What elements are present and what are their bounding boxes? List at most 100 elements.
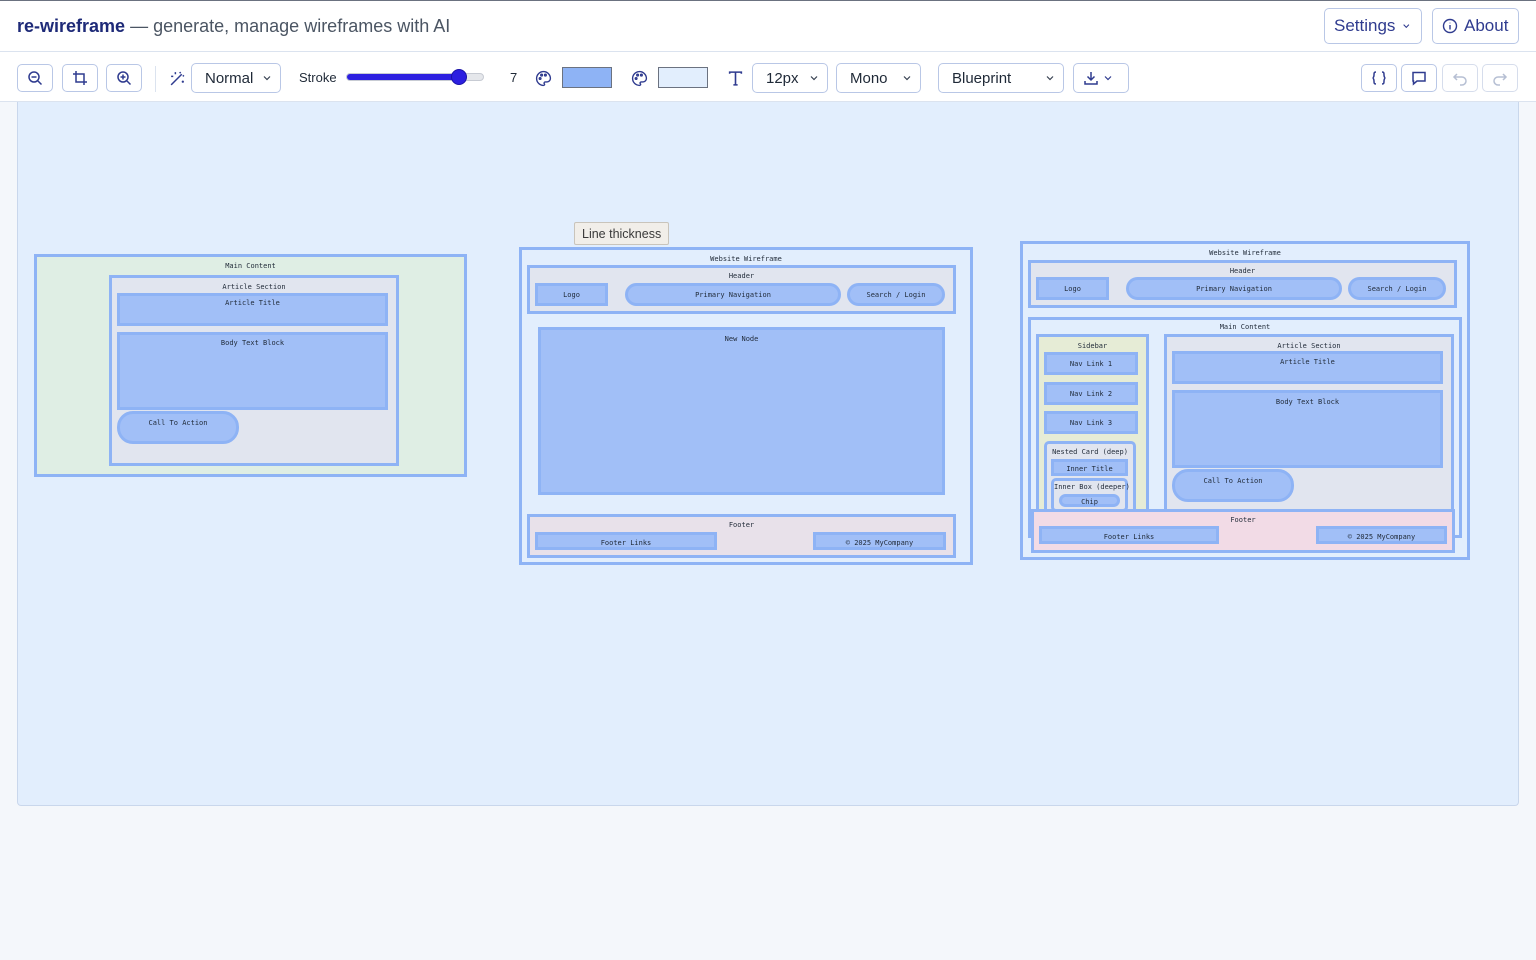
wf1-main-label: Main Content xyxy=(225,262,276,270)
wf1-article-title[interactable]: Article Title xyxy=(117,293,388,326)
wf1-cta[interactable]: Call To Action xyxy=(117,411,239,444)
wf2-footer-links[interactable]: Footer Links xyxy=(535,532,717,550)
wf3-copyright[interactable]: © 2025 MyCompany xyxy=(1316,526,1447,544)
settings-label: Settings xyxy=(1334,16,1396,35)
wf1-article-section-label: Article Section xyxy=(222,283,286,291)
wf2-new-node[interactable]: New Node xyxy=(538,327,945,495)
font-family-select[interactable]: Mono xyxy=(836,63,921,93)
redo-button[interactable] xyxy=(1482,64,1518,92)
wf3-article-section[interactable]: Article Section Article Title Body Text … xyxy=(1164,334,1454,537)
wf3-website[interactable]: Website Wireframe Header Logo Primary Na… xyxy=(1020,241,1470,560)
wf3-nav1-label: Nav Link 1 xyxy=(1069,360,1113,368)
wf3-nav2-label: Nav Link 2 xyxy=(1069,390,1113,398)
wf2-title-label: Website Wireframe xyxy=(710,255,782,263)
redo-icon xyxy=(1493,73,1508,86)
info-icon xyxy=(1442,18,1458,34)
wf2-header[interactable]: Header Logo Primary Navigation Search / … xyxy=(527,265,956,314)
app-name: re-wireframe xyxy=(17,16,126,36)
wf3-body-text[interactable]: Body Text Block xyxy=(1172,390,1443,468)
about-label: About xyxy=(1464,16,1509,35)
wf1-body-text[interactable]: Body Text Block xyxy=(117,332,388,410)
export-button[interactable] xyxy=(1073,63,1129,93)
stroke-color-swatch[interactable] xyxy=(562,67,612,88)
toolbar-divider xyxy=(155,66,156,92)
wf3-article-title-label: Article Title xyxy=(1280,358,1335,366)
zoom-out-icon xyxy=(28,71,43,86)
wf2-website[interactable]: Website Wireframe Header Logo Primary Na… xyxy=(519,247,973,565)
zoom-out-button[interactable] xyxy=(17,64,53,92)
wf2-logo[interactable]: Logo xyxy=(535,283,608,306)
crop-fit-button[interactable] xyxy=(62,64,98,92)
wf3-primary-nav[interactable]: Primary Navigation xyxy=(1126,277,1342,300)
wf3-chip[interactable]: Chip xyxy=(1059,494,1120,507)
font-size-value: 12px xyxy=(766,69,799,87)
wf3-inner-box[interactable]: Inner Box (deeper) Chip xyxy=(1051,478,1130,512)
wf3-inner-title[interactable]: Inner Title xyxy=(1051,459,1128,476)
wf3-footer-links[interactable]: Footer Links xyxy=(1039,526,1219,544)
wf1-body-text-label: Body Text Block xyxy=(220,339,285,347)
wf3-title-label: Website Wireframe xyxy=(1209,249,1281,257)
wf1-article-section[interactable]: Article Section Article Title Body Text … xyxy=(109,275,399,466)
wf3-logo-label: Logo xyxy=(1064,285,1081,293)
wf2-header-label: Header xyxy=(728,272,755,280)
stroke-label: Stroke xyxy=(299,70,337,85)
wf3-main-content[interactable]: Main Content Sidebar Nav Link 1 Nav Link… xyxy=(1028,317,1462,538)
json-view-button[interactable] xyxy=(1361,64,1397,92)
wf2-primary-nav[interactable]: Primary Navigation xyxy=(625,283,841,306)
wf3-nested-label: Nested Card (deep) xyxy=(1052,448,1128,456)
wf3-header-label: Header xyxy=(1229,267,1256,275)
wf3-footer-label: Footer xyxy=(1230,516,1256,524)
settings-button[interactable]: Settings xyxy=(1324,8,1422,44)
wf2-search-login[interactable]: Search / Login xyxy=(847,283,945,306)
wireframe-canvas[interactable]: Main Content Article Section Article Tit… xyxy=(17,102,1519,806)
wf3-nav-link-3[interactable]: Nav Link 3 xyxy=(1044,411,1138,434)
wf3-nav-link-1[interactable]: Nav Link 1 xyxy=(1044,352,1138,375)
font-family-value: Mono xyxy=(850,69,888,87)
stroke-slider-fill xyxy=(347,74,459,80)
app-title: re-wireframe — generate, manage wirefram… xyxy=(17,16,450,37)
wf3-search-label: Search / Login xyxy=(1367,285,1427,293)
wf2-logo-label: Logo xyxy=(563,291,580,299)
wf3-sidebar-label: Sidebar xyxy=(1077,342,1108,350)
wf3-footer[interactable]: Footer Footer Links © 2025 MyCompany xyxy=(1031,509,1455,553)
wf1-main-content[interactable]: Main Content Article Section Article Tit… xyxy=(34,254,467,477)
text-icon xyxy=(728,71,743,86)
wf3-footer-links-label: Footer Links xyxy=(1103,533,1155,541)
stroke-value: 7 xyxy=(510,70,518,85)
wf3-sidebar[interactable]: Sidebar Nav Link 1 Nav Link 2 Nav Link 3… xyxy=(1036,334,1149,527)
style-select[interactable]: Normal xyxy=(191,63,281,93)
wf2-footer[interactable]: Footer Footer Links © 2025 MyCompany xyxy=(527,514,956,558)
wf3-inner-title-label: Inner Title xyxy=(1066,465,1113,473)
wf1-article-title-label: Article Title xyxy=(225,299,280,307)
wf2-copyright[interactable]: © 2025 MyCompany xyxy=(813,532,946,550)
undo-button[interactable] xyxy=(1442,64,1478,92)
wf3-copyright-label: © 2025 MyCompany xyxy=(1347,533,1416,541)
wf3-cta[interactable]: Call To Action xyxy=(1172,469,1294,502)
theme-select[interactable]: Blueprint xyxy=(938,63,1064,93)
wf3-nav-link-2[interactable]: Nav Link 2 xyxy=(1044,382,1138,405)
font-size-select[interactable]: 12px xyxy=(752,63,828,93)
wf3-chip-label: Chip xyxy=(1081,498,1098,506)
chevron-down-icon xyxy=(1104,76,1112,81)
style-select-value: Normal xyxy=(205,69,254,87)
fill-color-swatch[interactable] xyxy=(658,67,708,88)
code-braces-icon xyxy=(1372,71,1386,85)
wf3-article-title[interactable]: Article Title xyxy=(1172,351,1443,384)
stroke-tooltip: Line thickness xyxy=(574,222,670,245)
wf2-nav-label: Primary Navigation xyxy=(695,291,771,299)
wf3-search-login[interactable]: Search / Login xyxy=(1348,277,1446,300)
wf3-main-label: Main Content xyxy=(1219,323,1271,331)
chat-button[interactable] xyxy=(1401,64,1437,92)
chevron-down-icon xyxy=(1046,76,1054,81)
palette-icon xyxy=(535,70,552,87)
download-icon xyxy=(1084,72,1098,85)
about-button[interactable]: About xyxy=(1432,8,1519,44)
palette-icon xyxy=(631,70,648,87)
chevron-down-icon xyxy=(1403,24,1410,29)
wf3-header[interactable]: Header Logo Primary Navigation Search / … xyxy=(1028,260,1457,308)
zoom-in-button[interactable] xyxy=(106,64,142,92)
wf3-logo[interactable]: Logo xyxy=(1036,277,1109,300)
magic-wand-icon xyxy=(170,71,185,86)
toolbar: Normal Stroke 7 12px Mono Blueprint xyxy=(0,52,1536,102)
theme-value: Blueprint xyxy=(952,69,1012,87)
